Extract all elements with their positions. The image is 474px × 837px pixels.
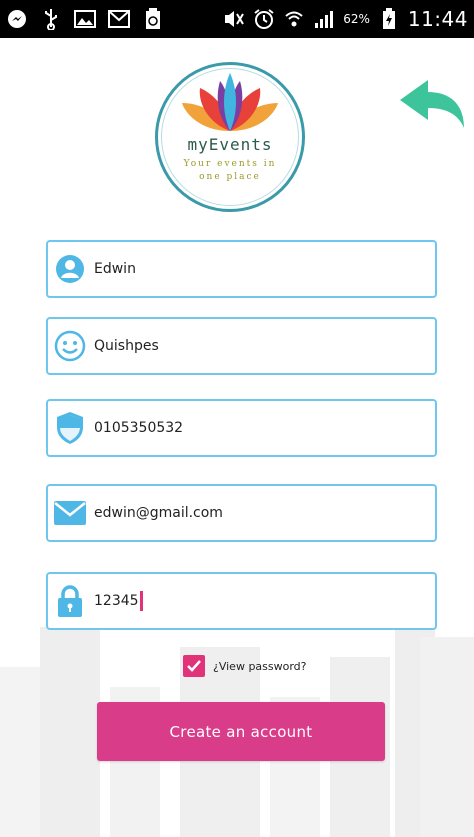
lock-icon	[52, 583, 88, 619]
smiley-icon	[52, 328, 88, 364]
last-name-field[interactable]: Quishpes	[46, 317, 437, 375]
back-button[interactable]	[398, 78, 468, 130]
lotus-icon	[182, 73, 278, 131]
logo-tagline-line2: one place	[199, 172, 261, 182]
recycle-icon	[142, 8, 164, 30]
shield-icon	[52, 410, 88, 446]
first-name-field[interactable]: Edwin	[46, 240, 437, 298]
email-field[interactable]: edwin@gmail.com	[46, 484, 437, 542]
back-arrow-icon	[400, 80, 464, 128]
wifi-icon	[283, 8, 305, 30]
battery-icon	[378, 8, 400, 30]
first-name-value: Edwin	[94, 261, 136, 277]
mail-icon	[52, 495, 88, 531]
checkmark-icon	[187, 660, 201, 672]
password-value: 12345	[94, 593, 139, 609]
usb-icon	[40, 8, 62, 30]
view-password-toggle[interactable]: ¿View password?	[183, 655, 307, 677]
logo-tagline: Your events in one place	[174, 158, 286, 184]
mute-icon	[223, 8, 245, 30]
view-password-checkbox[interactable]	[183, 655, 205, 677]
password-value-wrap: 12345	[94, 591, 143, 611]
messenger-icon	[6, 8, 28, 30]
email-value: edwin@gmail.com	[94, 505, 223, 521]
user-icon	[52, 251, 88, 287]
logo-tagline-line1: Your events in	[183, 159, 277, 169]
text-caret	[139, 591, 143, 611]
notification-icons	[6, 8, 164, 30]
status-bar: 62% 11:44	[0, 0, 474, 38]
view-password-label: ¿View password?	[213, 659, 307, 673]
app-logo: myEvents Your events in one place	[155, 62, 305, 212]
gallery-icon	[74, 8, 96, 30]
gmail-icon	[108, 8, 130, 30]
password-field[interactable]: 12345	[46, 572, 437, 630]
clock-time: 11:44	[407, 7, 468, 31]
id-number-field[interactable]: 0105350532	[46, 399, 437, 457]
battery-percent: 62%	[343, 12, 370, 26]
create-account-button[interactable]: Create an account	[97, 702, 385, 761]
alarm-icon	[253, 8, 275, 30]
id-number-value: 0105350532	[94, 420, 184, 436]
signal-icon	[313, 8, 335, 30]
system-icons: 62% 11:44	[223, 7, 468, 31]
last-name-value: Quishpes	[94, 338, 159, 354]
logo-title: myEvents	[187, 135, 273, 154]
